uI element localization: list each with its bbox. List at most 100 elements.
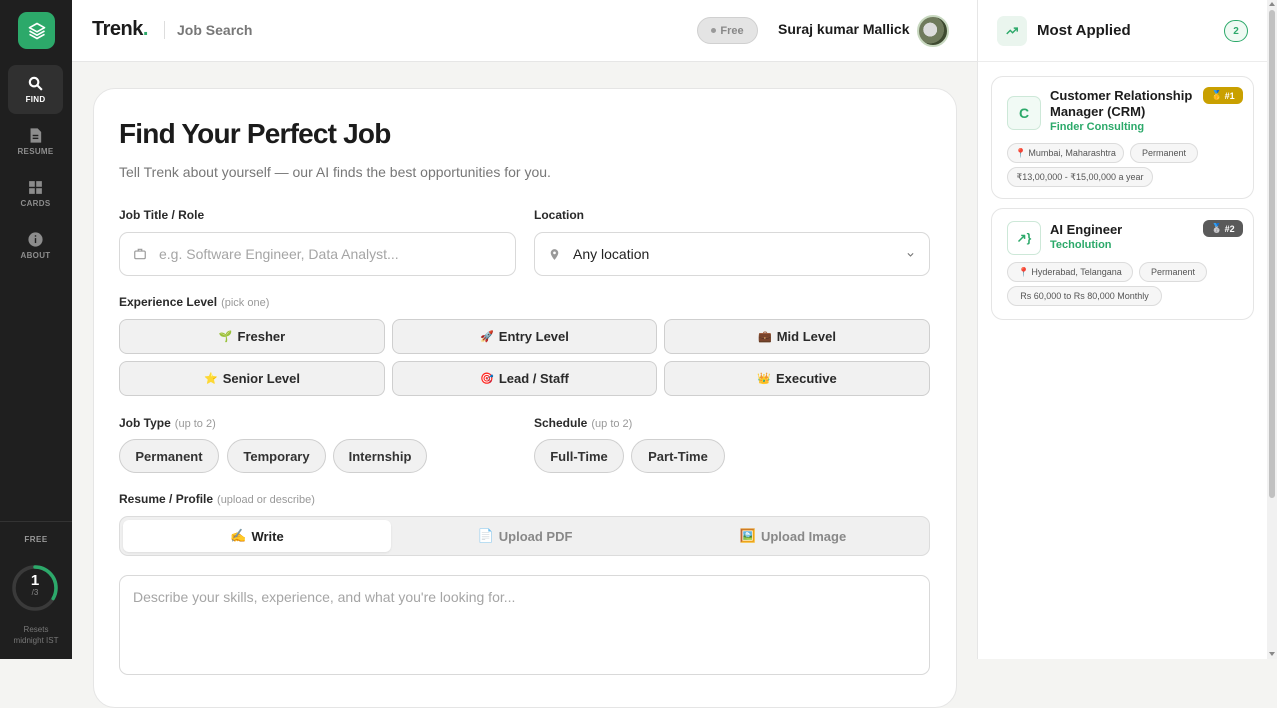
- nav-find[interactable]: FIND: [8, 65, 63, 114]
- resets-line2: midnight IST: [13, 636, 59, 645]
- sidebar-nav: FIND RESUME CARDS ABOUT FREE 1 /3 Resets…: [0, 0, 72, 659]
- chevron-down-icon: [907, 252, 914, 257]
- usage-total: /3: [31, 588, 39, 597]
- nav-resume-label: RESUME: [17, 147, 54, 156]
- experience-mid-level[interactable]: 💼 Mid Level: [664, 319, 930, 354]
- tab-upload-pdf-label: Upload PDF: [498, 528, 573, 544]
- resume-label-text: Resume / Profile: [119, 492, 214, 506]
- job-type-internship[interactable]: Internship: [333, 439, 427, 473]
- scrollbar[interactable]: [1267, 0, 1277, 659]
- schedule-part-time[interactable]: Part-Time: [631, 439, 725, 473]
- pin-icon: 📍: [1015, 147, 1027, 158]
- experience-senior-label: Senior Level: [222, 371, 300, 386]
- company-logo: C: [1007, 96, 1041, 130]
- tab-upload-pdf[interactable]: 📄 Upload PDF: [391, 520, 659, 552]
- writing-hand-icon: ✍️: [230, 528, 247, 543]
- info-icon: [28, 232, 43, 247]
- schedule-label-text: Schedule: [534, 416, 588, 430]
- type-tag: Permanent: [1130, 143, 1198, 163]
- brand-dot: .: [142, 18, 149, 40]
- most-applied-panel: Most Applied 2 C Customer Relationship M…: [977, 0, 1268, 659]
- rank-badge: 🥈 #2: [1203, 220, 1243, 237]
- nav-resume[interactable]: RESUME: [8, 117, 63, 166]
- experience-lead-staff[interactable]: 🎯 Lead / Staff: [392, 361, 657, 396]
- experience-entry-label: Entry Level: [498, 329, 569, 344]
- nav-find-label: FIND: [25, 95, 46, 104]
- location-label: Location: [534, 208, 584, 222]
- experience-executive-label: Executive: [776, 371, 837, 386]
- experience-label: Experience Level (pick one): [119, 295, 269, 309]
- app-logo[interactable]: [18, 12, 55, 49]
- breadcrumb: Job Search: [177, 22, 253, 38]
- brand-name: Trenk: [92, 18, 143, 40]
- location-value: Any location: [573, 246, 650, 262]
- location-select[interactable]: Any location: [534, 232, 930, 276]
- job-card[interactable]: C Customer Relationship Manager (CRM) Fi…: [991, 76, 1254, 199]
- rail-divider: [0, 521, 72, 522]
- experience-label-text: Experience Level: [119, 295, 218, 309]
- scroll-down-icon[interactable]: [1269, 652, 1275, 656]
- type-tag: Permanent: [1139, 262, 1207, 282]
- scroll-up-icon[interactable]: [1269, 2, 1275, 6]
- scrollbar-thumb[interactable]: [1269, 10, 1275, 498]
- nav-cards[interactable]: CARDS: [8, 169, 63, 218]
- top-bar: Trenk. Job Search Free Suraj kumar Malli…: [72, 0, 977, 62]
- rank-label: #1: [1224, 90, 1235, 101]
- nav-about[interactable]: ABOUT: [8, 221, 63, 270]
- experience-entry-level[interactable]: 🚀 Entry Level: [392, 319, 657, 354]
- rocket-icon: 🚀: [480, 331, 494, 343]
- experience-hint: (pick one): [221, 297, 270, 309]
- resume-textarea[interactable]: Describe your skills, experience, and wh…: [119, 575, 930, 675]
- schedule-hint: (up to 2): [591, 418, 633, 430]
- experience-senior-level[interactable]: ⭐ Senior Level: [119, 361, 385, 396]
- job-type-label-text: Job Type: [119, 416, 171, 430]
- rank-badge: 🥇 #1: [1203, 87, 1243, 104]
- experience-fresher[interactable]: 🌱 Fresher: [119, 319, 385, 354]
- usage-used: 1: [30, 572, 40, 589]
- tab-upload-image[interactable]: 🖼️ Upload Image: [659, 520, 927, 552]
- company-name: Techolution: [1050, 239, 1112, 251]
- brand-logo[interactable]: Trenk.: [92, 18, 148, 41]
- job-title-placeholder: e.g. Software Engineer, Data Analyst...: [159, 246, 399, 262]
- trending-icon-box: [997, 16, 1027, 46]
- page-subtitle: Tell Trenk about yourself — our AI finds…: [119, 164, 551, 180]
- trending-up-icon: [1006, 27, 1018, 35]
- tab-write[interactable]: ✍️ Write: [123, 520, 391, 552]
- resume-placeholder: Describe your skills, experience, and wh…: [133, 589, 516, 605]
- crown-icon: 👑: [757, 373, 771, 385]
- avatar[interactable]: [917, 15, 949, 47]
- job-type-temporary[interactable]: Temporary: [227, 439, 326, 473]
- experience-executive[interactable]: 👑 Executive: [664, 361, 930, 396]
- most-applied-title: Most Applied: [1037, 22, 1131, 39]
- location-tag: 📍 Mumbai, Maharashtra: [1007, 143, 1124, 163]
- resume-tabs: ✍️ Write 📄 Upload PDF 🖼️ Upload Image: [119, 516, 930, 556]
- document-icon: [30, 128, 42, 143]
- job-type-permanent[interactable]: Permanent: [119, 439, 219, 473]
- plan-badge-label: Free: [720, 24, 744, 37]
- grid-icon: [29, 181, 42, 194]
- plan-badge[interactable]: Free: [697, 17, 758, 44]
- page-title: Find Your Perfect Job: [119, 118, 391, 149]
- experience-mid-label: Mid Level: [776, 329, 836, 344]
- briefcase-icon: [134, 248, 146, 260]
- plan-label: FREE: [24, 535, 48, 544]
- medal-icon: 🥈: [1211, 223, 1223, 233]
- job-type-hint: (up to 2): [174, 418, 216, 430]
- job-title: Customer Relationship Manager (CRM): [1050, 88, 1192, 120]
- job-title: AI Engineer: [1050, 222, 1123, 237]
- status-dot-icon: [711, 28, 717, 33]
- schedule-full-time[interactable]: Full-Time: [534, 439, 624, 473]
- job-title-label: Job Title / Role: [119, 208, 205, 222]
- experience-fresher-label: Fresher: [237, 329, 286, 344]
- job-card[interactable]: ↗} AI Engineer Techolution 🥈 #2 📍 Hyderaba…: [991, 208, 1254, 320]
- job-title-input[interactable]: e.g. Software Engineer, Data Analyst...: [119, 232, 516, 276]
- user-name[interactable]: Suraj kumar Mallick: [778, 21, 910, 37]
- pin-icon: 📍: [1018, 266, 1030, 277]
- salary-tag: ₹13,00,000 - ₹15,00,000 a year: [1007, 167, 1153, 187]
- resume-hint: (upload or describe): [217, 494, 315, 506]
- nav-cards-label: CARDS: [20, 199, 51, 208]
- tab-write-label: Write: [251, 528, 284, 544]
- layers-icon: [28, 22, 45, 39]
- location-tag-label: Mumbai, Maharashtra: [1028, 148, 1116, 158]
- target-icon: 🎯: [480, 373, 494, 385]
